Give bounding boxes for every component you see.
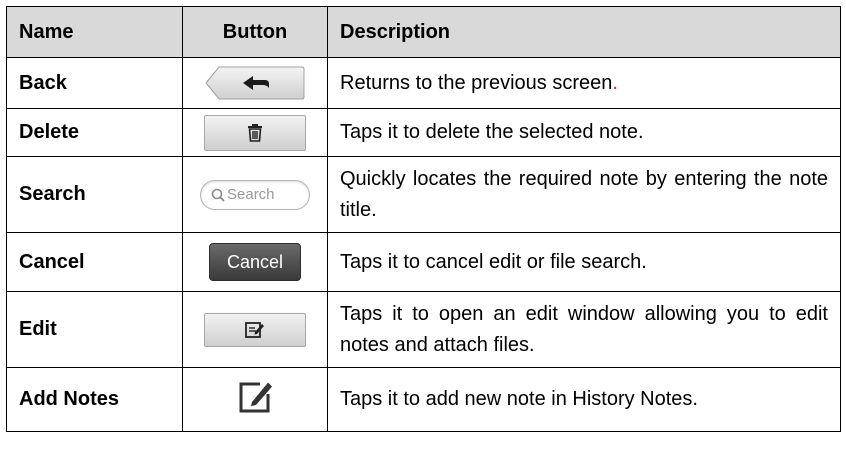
header-description: Description bbox=[327, 6, 841, 58]
header-button: Button bbox=[182, 6, 328, 58]
row-description-text: Returns to the previous screen bbox=[340, 71, 613, 94]
back-button[interactable] bbox=[205, 66, 305, 100]
row-description: Taps it to add new note in History Notes… bbox=[327, 367, 841, 432]
delete-button[interactable] bbox=[204, 114, 306, 151]
edit-note-icon bbox=[245, 321, 264, 338]
row-name: Cancel bbox=[6, 232, 183, 292]
add-note-pencil-icon bbox=[239, 382, 272, 412]
cancel-button[interactable]: Cancel bbox=[209, 243, 301, 281]
button-reference-table: Name Button Description Back Returns to … bbox=[6, 6, 841, 432]
row-description: Taps it to open an edit window allowing … bbox=[327, 291, 841, 368]
table-row: Search Search Quickly locates the requir… bbox=[6, 156, 841, 233]
header-name: Name bbox=[6, 6, 183, 58]
trash-icon bbox=[248, 123, 262, 142]
row-description: Taps it to delete the selected note. bbox=[327, 108, 841, 157]
row-name: Delete bbox=[6, 108, 183, 157]
row-description: Taps it to cancel edit or file search. bbox=[327, 232, 841, 292]
table-header-row: Name Button Description bbox=[6, 6, 841, 58]
table-row: Add Notes Taps it to add new note in His… bbox=[6, 367, 841, 432]
table-row: Delete Taps it to delete the selected no… bbox=[6, 108, 841, 157]
row-button-cell: Cancel bbox=[182, 232, 328, 292]
add-notes-button[interactable] bbox=[238, 380, 272, 420]
table-row: Edit Taps it to open an edit window allo… bbox=[6, 291, 841, 368]
row-name: Search bbox=[6, 156, 183, 233]
row-description: Quickly locates the required note by ent… bbox=[327, 156, 841, 233]
row-button-cell: Search bbox=[182, 156, 328, 233]
magnifier-icon bbox=[211, 188, 225, 202]
row-name: Edit bbox=[6, 291, 183, 368]
row-button-cell bbox=[182, 108, 328, 157]
table-row: Back Returns to the previous screen. bbox=[6, 57, 841, 109]
row-description-period: . bbox=[612, 71, 618, 94]
row-name: Add Notes bbox=[6, 367, 183, 432]
table-row: Cancel Cancel Taps it to cancel edit or … bbox=[6, 232, 841, 292]
row-description: Returns to the previous screen. bbox=[327, 57, 841, 109]
row-name: Back bbox=[6, 57, 183, 109]
search-input[interactable]: Search bbox=[200, 179, 310, 210]
back-arrow-icon bbox=[205, 66, 305, 100]
row-button-cell bbox=[182, 367, 328, 432]
row-button-cell bbox=[182, 57, 328, 109]
row-button-cell bbox=[182, 291, 328, 368]
search-placeholder: Search bbox=[227, 186, 275, 203]
edit-button[interactable] bbox=[204, 312, 306, 347]
